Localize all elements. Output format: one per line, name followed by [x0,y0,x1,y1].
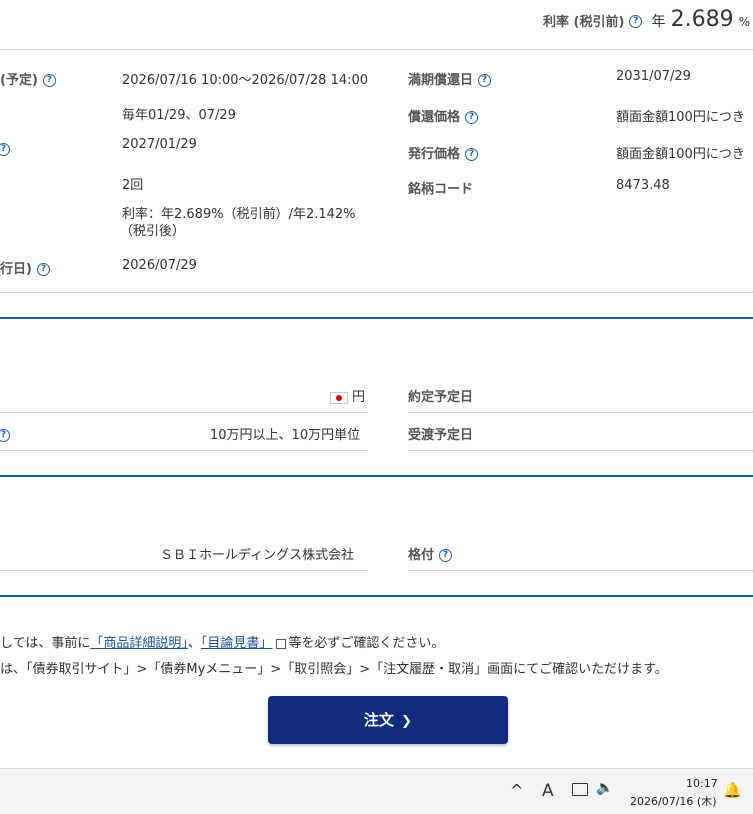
payment-count-value: 2回 [122,178,144,193]
product-details-link[interactable]: 「商品詳細説明」 [90,636,188,651]
help-icon[interactable]: ? [465,148,479,161]
rate-label: 利率 (税引前) [543,15,625,30]
help-icon[interactable]: ? [0,429,10,442]
min-unit-help: ? [0,425,10,444]
min-unit-value: 10万円以上、10万円単位 [210,428,361,443]
network-icon[interactable] [572,783,588,796]
notes-line-2: は、「債券取引サイト」>「債券Myメニュー」>「取引照会」>「注文履歴・取消」画… [0,662,668,677]
rate-value: 2.689 [670,7,734,32]
clock-time[interactable]: 10:17 [686,777,718,790]
rating-label: 格付? [408,544,453,563]
issue-date-value: 2026/07/29 [122,258,197,273]
subscription-period-label: (予定)? [0,69,56,88]
chevron-right-icon: ❯ [401,714,413,729]
issue-price-value: 額面金額100円につき [616,147,745,162]
help-icon[interactable]: ? [36,263,50,276]
redemption-price-label: 償還価格? [408,106,479,125]
prospectus-link[interactable]: 「目論見書」 [201,636,273,651]
help-icon[interactable]: ? [42,74,56,87]
interest-rate-detail-value: 利率：年2.689%（税引前）/年2.142% （税引後） [120,207,356,239]
redemption-price-value: 額面金額100円につき [616,110,745,125]
ime-indicator[interactable]: A [542,781,554,801]
first-payment-date-value: 2027/01/29 [122,137,197,152]
contract-date-label: 約定予定日 [408,390,474,405]
maturity-date-label: 満期償還日? [408,69,492,88]
rate-header: 利率 (税引前)? 年 2.689 % [543,5,750,35]
security-code-label: 銘柄コード [408,182,474,197]
issue-price-label: 発行価格? [408,143,479,162]
help-icon[interactable]: ? [629,15,643,28]
settlement-date-label: 受渡予定日 [408,428,474,443]
subscription-period-value: 2026/07/16 10:00〜2026/07/28 14:00 [122,73,369,88]
issuer-name-value: ＳＢＩホールディングス株式会社 [160,548,355,563]
rate-unit: % [738,15,751,29]
currency-value: 円 [330,386,365,405]
issue-date-label: 行日)? [0,258,50,277]
volume-icon[interactable]: 🔈 [596,780,613,796]
interest-payment-dates-value: 毎年01/29、07/29 [122,108,236,123]
chevron-up-icon[interactable]: ^ [510,781,523,800]
rate-prefix: 年 [651,14,666,30]
help-icon[interactable]: ? [0,143,10,156]
order-button-label: 注文 [363,711,394,729]
first-payment-help: ? [0,139,10,158]
order-button[interactable]: 注文 ❯ [268,696,508,744]
maturity-date-value: 2031/07/29 [616,69,691,84]
help-icon[interactable]: ? [465,111,479,124]
help-icon[interactable]: ? [478,74,492,87]
help-icon[interactable]: ? [439,549,453,562]
clock-date[interactable]: 2026/07/16 (木) [630,793,716,809]
notes-line-1: しては、事前に「商品詳細説明」、「目論見書」 等を必ずご確認ください。 [0,636,445,651]
taskbar: ^ A 🔈 10:17 2026/07/16 (木) 🔔 [0,768,753,814]
japan-flag-icon [330,391,348,404]
security-code-value: 8473.48 [616,178,670,193]
external-link-icon [276,638,287,649]
notification-icon[interactable]: 🔔 [723,781,742,799]
